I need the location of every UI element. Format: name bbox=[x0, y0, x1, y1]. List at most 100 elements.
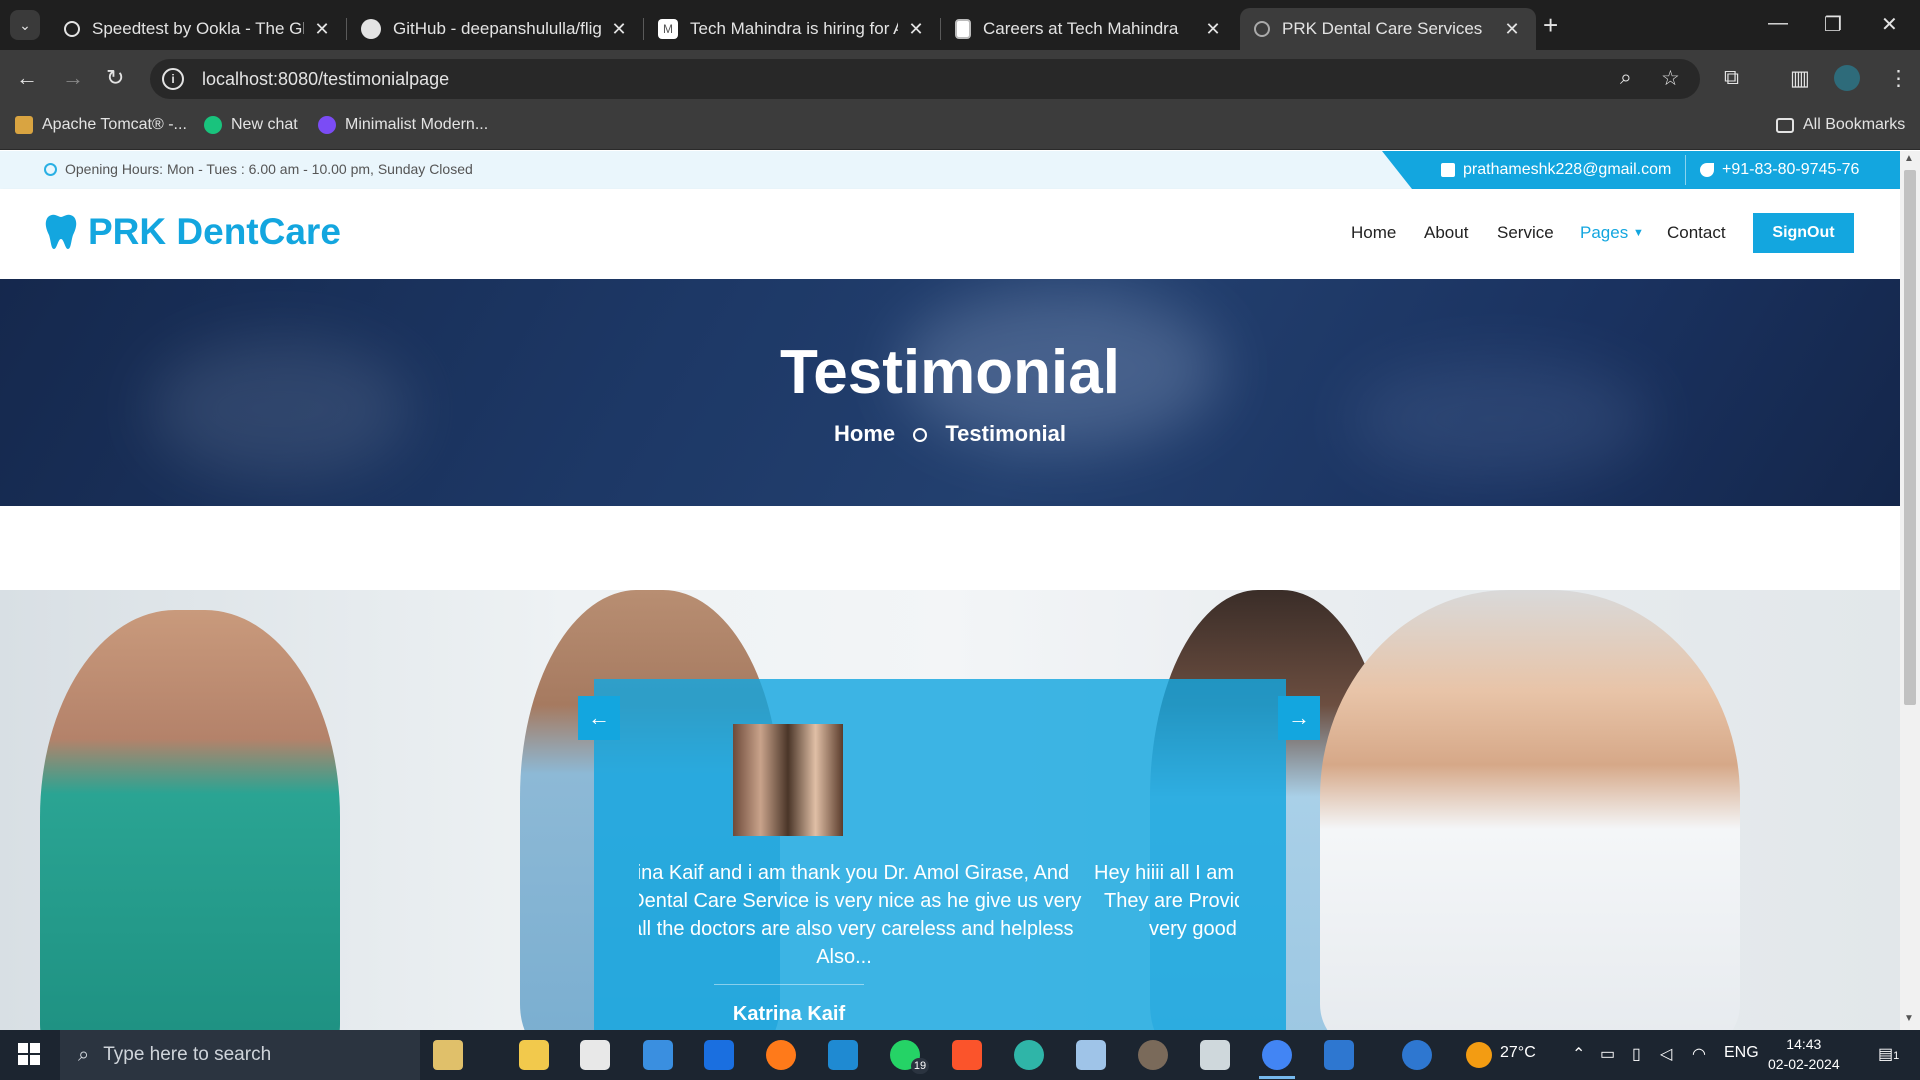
weather-sun-icon[interactable] bbox=[1466, 1042, 1492, 1068]
tab-careers[interactable]: Careers at Tech Mahindra ✕ bbox=[941, 8, 1237, 50]
show-hidden-icons-chevron-icon[interactable]: ⌃ bbox=[1572, 1044, 1585, 1064]
nav-pages-dropdown[interactable]: Pages ▼ bbox=[1580, 223, 1644, 243]
background-photo-doctor bbox=[1320, 590, 1740, 1030]
notifications-icon[interactable]: ▤1 bbox=[1878, 1044, 1899, 1064]
brand-logo[interactable]: PRK DentCare bbox=[44, 211, 341, 253]
phone-icon bbox=[1700, 163, 1714, 177]
quote-line: Also... bbox=[816, 946, 872, 968]
close-window-button[interactable]: ✕ bbox=[1881, 12, 1898, 37]
tab-search-button[interactable]: ⌄ bbox=[10, 10, 40, 40]
quote-line: They are Provide bbox=[1104, 890, 1239, 912]
dropbox-icon[interactable] bbox=[704, 1040, 734, 1070]
page-scrollbar-thumb[interactable] bbox=[1904, 170, 1916, 705]
battery-icon[interactable]: ▭ bbox=[1600, 1044, 1615, 1064]
clock-time: 14:43 bbox=[1786, 1036, 1822, 1052]
notepad-icon[interactable] bbox=[1076, 1040, 1106, 1070]
vscode-icon[interactable] bbox=[828, 1040, 858, 1070]
tab-title: PRK Dental Care Services bbox=[1282, 19, 1483, 38]
tab-github[interactable]: GitHub - deepanshululla/flight-booking ✕ bbox=[347, 8, 643, 50]
url-text[interactable]: localhost:8080/testimonialpage bbox=[202, 69, 449, 90]
doc-icon bbox=[955, 19, 971, 39]
close-tab-icon[interactable]: ✕ bbox=[1203, 19, 1223, 40]
phone-text: +91-83-80-9745-76 bbox=[1722, 161, 1860, 178]
weather-temp[interactable]: 27°C bbox=[1500, 1044, 1536, 1062]
forward-icon[interactable]: → bbox=[62, 66, 84, 90]
tab-speedtest[interactable]: Speedtest by Ookla - The Global Broadban… bbox=[50, 8, 346, 50]
edge-icon[interactable] bbox=[1014, 1040, 1044, 1070]
mail-icon[interactable] bbox=[643, 1040, 673, 1070]
nav-about[interactable]: About bbox=[1424, 223, 1468, 243]
signout-button[interactable]: SignOut bbox=[1753, 213, 1854, 253]
minimize-window-button[interactable]: — bbox=[1768, 12, 1788, 35]
extensions-icon[interactable]: ⧉ bbox=[1724, 66, 1739, 90]
brave-icon[interactable] bbox=[952, 1040, 982, 1070]
email-link[interactable]: prathameshk228@gmail.com bbox=[1441, 161, 1671, 179]
close-tab-icon[interactable]: ✕ bbox=[312, 19, 332, 40]
tab-gmail[interactable]: M Tech Mahindra is hiring for Associate … bbox=[644, 8, 940, 50]
nav-service[interactable]: Service bbox=[1497, 223, 1554, 243]
settings-gear-icon[interactable] bbox=[1138, 1040, 1168, 1070]
breadcrumb-home[interactable]: Home bbox=[834, 421, 895, 446]
bookmark-label: Minimalist Modern... bbox=[345, 116, 489, 133]
firefox-icon[interactable] bbox=[766, 1040, 796, 1070]
site-navbar: PRK DentCare Home About Service Pages ▼ … bbox=[0, 189, 1900, 279]
tooth-icon bbox=[45, 214, 77, 249]
language-indicator[interactable]: ENG bbox=[1724, 1044, 1759, 1062]
volume-icon[interactable]: ◁ bbox=[1660, 1044, 1672, 1064]
scroll-down-arrow-icon[interactable]: ▼ bbox=[1904, 1013, 1914, 1024]
tab-title: GitHub - deepanshululla/flight-booking bbox=[393, 19, 601, 38]
testimonial-card: ıtrina Kaif and i am thank you Dr. Amol … bbox=[594, 679, 1286, 1030]
device-icon[interactable]: ▯ bbox=[1632, 1044, 1641, 1064]
tab-prk-dental-active[interactable]: PRK Dental Care Services ✕ bbox=[1240, 8, 1536, 50]
menu-kebab-icon[interactable]: ⋮ bbox=[1888, 66, 1909, 91]
close-tab-icon[interactable]: ✕ bbox=[1502, 19, 1522, 40]
side-panel-icon[interactable]: ▥ bbox=[1790, 66, 1810, 91]
app-window-icon[interactable] bbox=[1200, 1040, 1230, 1070]
bookmark-minimalist[interactable]: Minimalist Modern... bbox=[318, 116, 488, 134]
carousel-prev-button[interactable]: ← bbox=[578, 696, 620, 740]
scroll-up-arrow-icon[interactable]: ▲ bbox=[1904, 153, 1914, 164]
back-icon[interactable]: ← bbox=[16, 66, 38, 90]
bookmark-new-chat[interactable]: New chat bbox=[204, 116, 298, 134]
search-icon: ⌕ bbox=[78, 1043, 90, 1066]
folder-icon bbox=[1776, 117, 1794, 133]
new-tab-button[interactable]: + bbox=[1543, 12, 1558, 38]
web-page: Opening Hours: Mon - Tues : 6.00 am - 10… bbox=[0, 151, 1900, 1030]
close-tab-icon[interactable]: ✕ bbox=[609, 19, 629, 40]
brand-name: PRK DentCare bbox=[88, 211, 341, 252]
canva-icon bbox=[318, 116, 336, 134]
flash-app-icon[interactable] bbox=[1324, 1040, 1354, 1070]
quote-line: Hey hiiii all I am P bbox=[1094, 862, 1239, 884]
address-bar[interactable]: i localhost:8080/testimonialpage bbox=[150, 59, 1700, 99]
task-view-icon[interactable] bbox=[433, 1040, 463, 1070]
help-icon[interactable] bbox=[1402, 1040, 1432, 1070]
windows-start-icon[interactable] bbox=[18, 1043, 40, 1065]
testimonial-divider bbox=[714, 984, 864, 985]
microsoft-store-icon[interactable] bbox=[580, 1040, 610, 1070]
taskbar-search[interactable]: ⌕ Type here to search bbox=[60, 1030, 420, 1080]
wifi-icon[interactable]: ◠ bbox=[1692, 1044, 1706, 1064]
info-topbar: Opening Hours: Mon - Tues : 6.00 am - 10… bbox=[0, 151, 1900, 189]
bookmark-star-icon[interactable]: ☆ bbox=[1661, 66, 1680, 91]
profile-avatar[interactable] bbox=[1834, 65, 1860, 91]
email-text: prathameshk228@gmail.com bbox=[1463, 161, 1672, 178]
reload-icon[interactable]: ↻ bbox=[106, 66, 124, 90]
phone-link[interactable]: +91-83-80-9745-76 bbox=[1700, 161, 1859, 179]
testimonial-author: Katrina Kaif bbox=[732, 1003, 846, 1025]
site-info-icon[interactable]: i bbox=[162, 68, 184, 90]
all-bookmarks[interactable]: All Bookmarks bbox=[1776, 116, 1905, 134]
bookmark-label: Apache Tomcat® -... bbox=[42, 116, 187, 133]
zoom-icon[interactable]: ⌕ bbox=[1620, 66, 1632, 90]
close-tab-icon[interactable]: ✕ bbox=[906, 19, 926, 40]
chrome-icon[interactable] bbox=[1262, 1040, 1292, 1070]
page-title: Testimonial bbox=[780, 338, 1120, 407]
taskbar-clock[interactable]: 14:43 02-02-2024 bbox=[1768, 1034, 1840, 1074]
carousel-next-button[interactable]: → bbox=[1278, 696, 1320, 740]
nav-home[interactable]: Home bbox=[1351, 223, 1396, 243]
tab-title: Tech Mahindra is hiring for Associate bbox=[690, 19, 898, 38]
file-explorer-icon[interactable] bbox=[519, 1040, 549, 1070]
taskbar-search-placeholder: Type here to search bbox=[103, 1044, 272, 1065]
bookmark-tomcat[interactable]: Apache Tomcat® -... bbox=[15, 116, 187, 134]
nav-contact[interactable]: Contact bbox=[1667, 223, 1726, 243]
restore-window-button[interactable]: ❐ bbox=[1824, 12, 1842, 37]
